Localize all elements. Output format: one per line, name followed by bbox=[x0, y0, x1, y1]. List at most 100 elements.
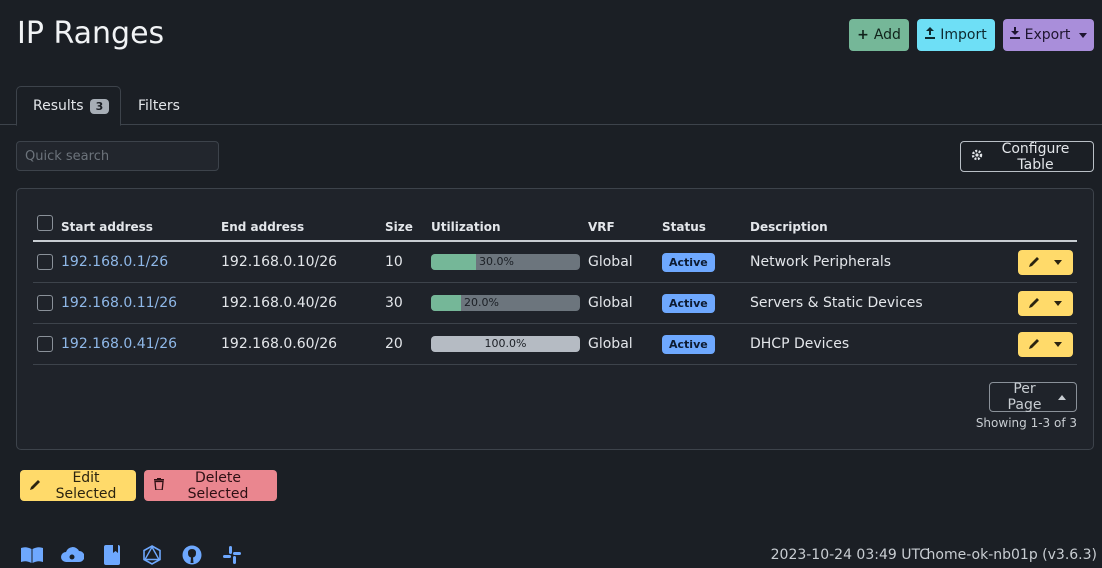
pagination-summary: Showing 1-3 of 3 bbox=[975, 416, 1077, 430]
select-all-checkbox[interactable] bbox=[37, 214, 53, 231]
column-header-status[interactable]: Status bbox=[662, 213, 706, 240]
table-row: 192.168.0.1/26 192.168.0.10/26 10 30.0% … bbox=[33, 242, 1077, 283]
configure-table-label: Configure Table bbox=[1001, 140, 1070, 173]
column-header-utilization[interactable]: Utilization bbox=[431, 213, 501, 240]
add-button[interactable]: + Add bbox=[849, 19, 909, 51]
utilization-bar: 100.0% bbox=[431, 336, 580, 352]
description-cell: DHCP Devices bbox=[750, 336, 850, 352]
utilization-cell: 20.0% bbox=[431, 283, 580, 323]
add-button-label: Add bbox=[873, 27, 901, 43]
slack-icon[interactable] bbox=[220, 544, 244, 566]
utilization-label: 100.0% bbox=[484, 337, 527, 350]
tab-bar: Results 3 Filters bbox=[0, 86, 1102, 126]
github-icon[interactable] bbox=[180, 544, 204, 566]
status-badge: Active bbox=[662, 293, 715, 313]
row-checkbox[interactable] bbox=[37, 295, 53, 311]
upload-icon bbox=[925, 27, 936, 43]
end-address-cell: 192.168.0.10/26 bbox=[221, 254, 338, 270]
chevron-down-icon bbox=[1079, 32, 1088, 38]
start-address-cell: 192.168.0.1/26 bbox=[61, 242, 168, 282]
tab-filters[interactable]: Filters bbox=[122, 86, 196, 125]
start-address-cell: 192.168.0.11/26 bbox=[61, 283, 177, 323]
row-select-cell bbox=[37, 283, 53, 323]
configure-table-button[interactable]: Configure Table bbox=[960, 140, 1094, 173]
status-cell: Active bbox=[662, 242, 715, 282]
start-address-cell: 192.168.0.41/26 bbox=[61, 324, 177, 364]
pencil-icon bbox=[1029, 255, 1040, 270]
size-cell: 30 bbox=[385, 295, 403, 311]
column-header-vrf[interactable]: VRF bbox=[588, 213, 615, 240]
end-address-cell: 192.168.0.40/26 bbox=[221, 295, 338, 311]
row-edit-button[interactable] bbox=[1018, 331, 1073, 357]
results-card: Start address End address Size Utilizati… bbox=[16, 188, 1094, 450]
tab-results[interactable]: Results 3 bbox=[16, 86, 121, 126]
table-row: 192.168.0.11/26 192.168.0.40/26 30 20.0%… bbox=[33, 283, 1077, 324]
row-actions-cell bbox=[1018, 242, 1073, 282]
footer-timestamp: 2023-10-24 03:49 UTC bbox=[770, 547, 929, 563]
edit-selected-button[interactable]: Edit Selected bbox=[20, 469, 136, 502]
chevron-down-icon bbox=[1054, 341, 1062, 347]
trash-icon bbox=[154, 477, 164, 494]
page-title: IP Ranges bbox=[17, 16, 165, 51]
row-actions-cell bbox=[1018, 283, 1073, 323]
import-button[interactable]: Import bbox=[917, 19, 995, 51]
ip-ranges-table: Start address End address Size Utilizati… bbox=[33, 213, 1077, 365]
utilization-bar: 20.0% bbox=[431, 295, 580, 311]
end-address-cell: 192.168.0.60/26 bbox=[221, 336, 338, 352]
chevron-down-icon bbox=[1054, 259, 1062, 265]
chevron-down-icon bbox=[1054, 300, 1062, 306]
description-cell: Servers & Static Devices bbox=[750, 295, 923, 311]
vrf-cell: Global bbox=[588, 336, 633, 352]
gear-icon bbox=[971, 149, 983, 165]
utilization-bar: 30.0% bbox=[431, 254, 580, 270]
start-address-link[interactable]: 192.168.0.41/26 bbox=[61, 336, 177, 352]
column-header-size[interactable]: Size bbox=[385, 213, 413, 240]
footer-links bbox=[20, 544, 244, 566]
footer-hostname: home-ok-nb01p (v3.6.3) bbox=[926, 547, 1097, 563]
quick-search-input[interactable] bbox=[16, 141, 219, 171]
utilization-cell: 100.0% bbox=[431, 324, 580, 364]
row-edit-button[interactable] bbox=[1018, 249, 1073, 275]
table-row: 192.168.0.41/26 192.168.0.60/26 20 100.0… bbox=[33, 324, 1077, 365]
graphql-icon[interactable] bbox=[140, 544, 164, 566]
row-select-cell bbox=[37, 324, 53, 364]
per-page-label: Per Page bbox=[1007, 381, 1042, 413]
status-cell: Active bbox=[662, 283, 715, 323]
vrf-cell: Global bbox=[588, 254, 633, 270]
row-actions-cell bbox=[1018, 324, 1073, 364]
book-icon[interactable] bbox=[100, 544, 124, 566]
description-cell: Network Peripherals bbox=[750, 254, 891, 270]
row-checkbox[interactable] bbox=[37, 254, 53, 270]
export-button[interactable]: Export bbox=[1003, 19, 1094, 51]
docs-icon[interactable] bbox=[20, 544, 44, 566]
size-cell: 10 bbox=[385, 254, 403, 270]
status-badge: Active bbox=[662, 334, 715, 354]
results-count-badge: 3 bbox=[89, 98, 110, 114]
table-header-row: Start address End address Size Utilizati… bbox=[33, 213, 1077, 242]
export-button-label: Export bbox=[1024, 27, 1071, 43]
delete-selected-label: Delete Selected bbox=[187, 469, 249, 502]
column-header-end-address[interactable]: End address bbox=[221, 213, 304, 240]
start-address-link[interactable]: 192.168.0.1/26 bbox=[61, 254, 168, 270]
delete-selected-button[interactable]: Delete Selected bbox=[144, 469, 277, 502]
cloud-api-icon[interactable] bbox=[60, 544, 84, 566]
size-cell: 20 bbox=[385, 336, 403, 352]
plus-icon: + bbox=[857, 27, 869, 43]
row-checkbox[interactable] bbox=[37, 336, 53, 352]
row-edit-button[interactable] bbox=[1018, 290, 1073, 316]
column-header-start-address[interactable]: Start address bbox=[61, 213, 153, 240]
tab-results-label: Results bbox=[33, 98, 84, 114]
per-page-dropdown[interactable]: Per Page bbox=[989, 381, 1077, 413]
start-address-link[interactable]: 192.168.0.11/26 bbox=[61, 295, 177, 311]
download-icon bbox=[1009, 27, 1020, 43]
status-cell: Active bbox=[662, 324, 715, 364]
pencil-icon bbox=[1029, 337, 1040, 352]
pencil-icon bbox=[1029, 296, 1040, 311]
column-header-description[interactable]: Description bbox=[750, 213, 828, 240]
utilization-cell: 30.0% bbox=[431, 242, 580, 282]
edit-selected-label: Edit Selected bbox=[55, 469, 117, 502]
utilization-bar-fill bbox=[431, 295, 461, 311]
chevron-up-icon bbox=[1058, 394, 1066, 400]
import-button-label: Import bbox=[940, 27, 987, 43]
utilization-label: 20.0% bbox=[464, 296, 499, 309]
